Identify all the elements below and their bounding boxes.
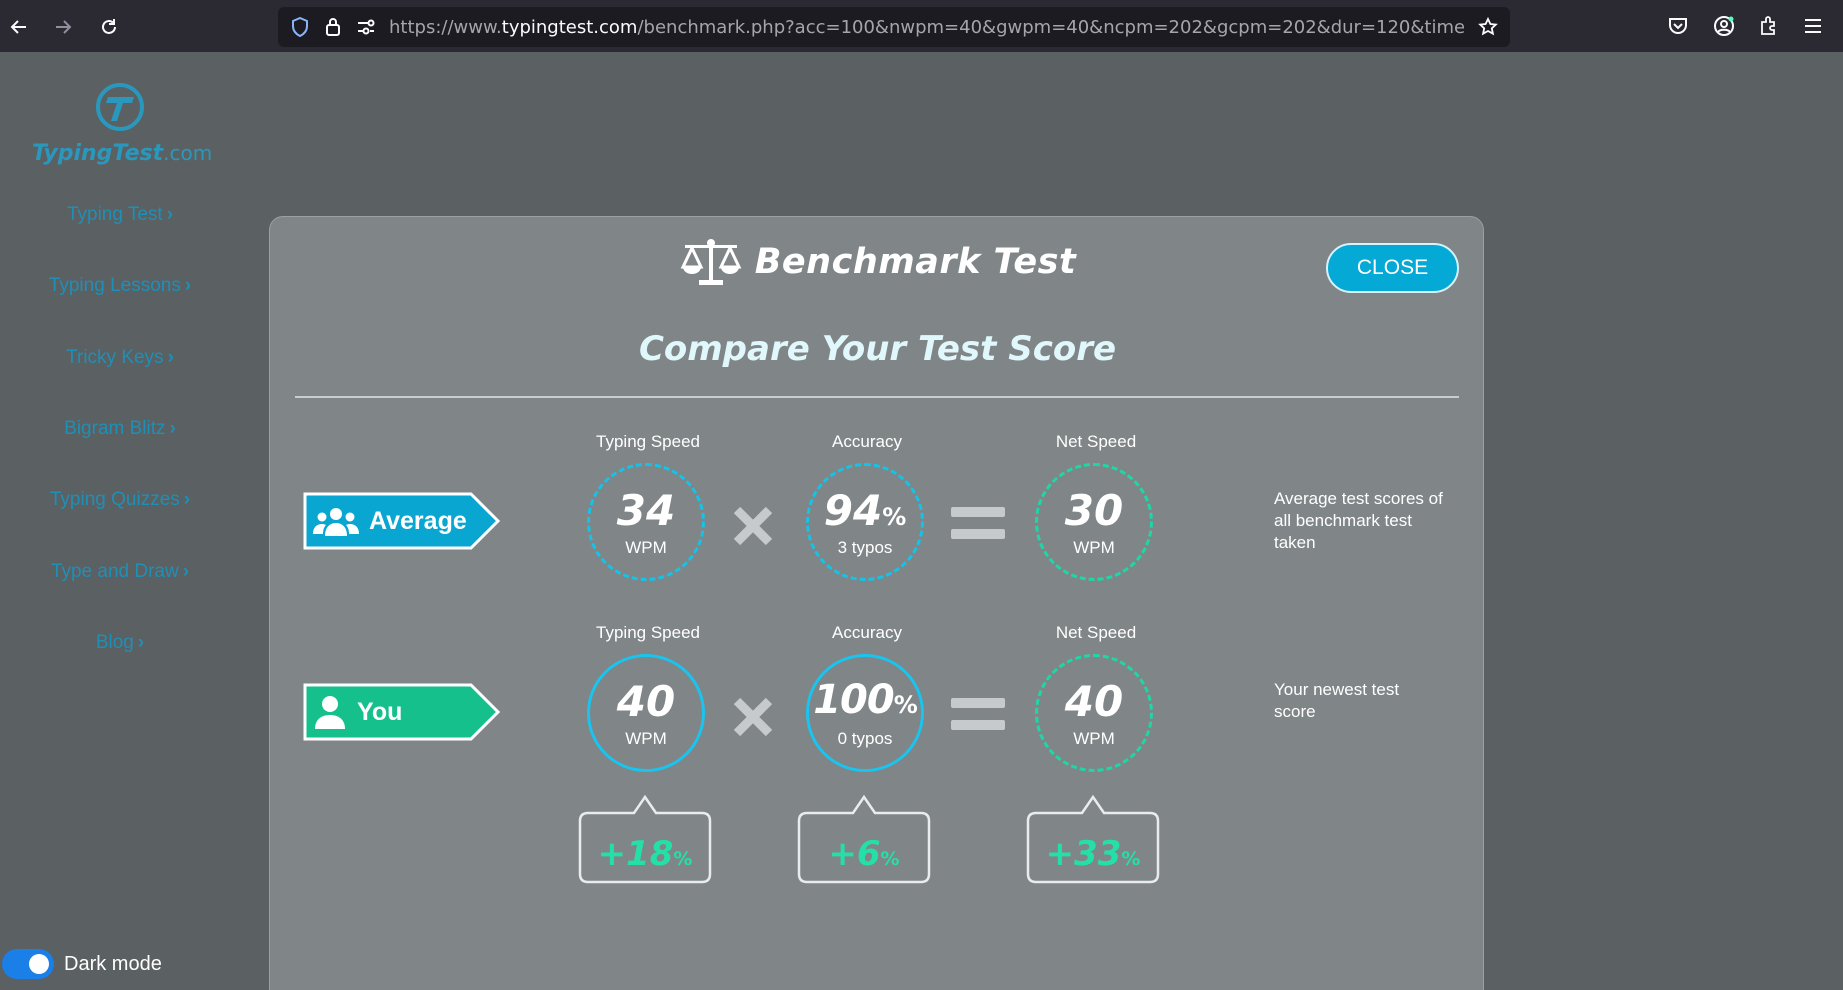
you-tag-label: You <box>357 697 403 726</box>
average-tag: Average <box>303 492 501 550</box>
multiply-icon <box>733 506 773 546</box>
average-tag-label: Average <box>369 506 467 535</box>
accuracy-column-label: Accuracy <box>832 432 902 451</box>
net-delta-percent: % <box>1121 848 1141 870</box>
toggle-knob <box>29 954 49 974</box>
sidebar-item-bigram-blitz[interactable]: Bigram Blitz › <box>0 418 240 440</box>
bookmark-star-icon[interactable] <box>1478 17 1498 37</box>
average-note: Average test scores of all benchmark tes… <box>1274 489 1443 552</box>
equals-icon <box>951 507 1005 539</box>
speed-column-label: Typing Speed <box>596 623 700 642</box>
average-speed-circle: 34 WPM <box>587 463 705 581</box>
net-speed-column-label: Net Speed <box>1055 623 1137 642</box>
net-delta-value: +33 <box>1045 834 1122 874</box>
average-accuracy-value: 94 <box>823 486 883 535</box>
your-net-unit: WPM <box>1073 729 1115 748</box>
lock-icon[interactable] <box>323 17 343 37</box>
your-typos: 0 typos <box>837 729 893 748</box>
your-speed-value: 40 <box>616 677 676 726</box>
your-accuracy-circle: 100% 0 typos <box>806 654 924 772</box>
your-net-circle: 40 WPM <box>1035 654 1153 772</box>
sidebar-item-type-and-draw[interactable]: Type and Draw › <box>0 561 240 583</box>
permissions-icon[interactable] <box>356 17 376 37</box>
chevron-right-icon: › <box>137 632 145 653</box>
close-button[interactable]: CLOSE <box>1326 243 1459 293</box>
reload-button[interactable] <box>92 10 126 44</box>
your-note: Your newest test score <box>1274 680 1400 721</box>
sidebar-item-typing-lessons[interactable]: Typing Lessons › <box>0 275 240 297</box>
dark-mode-control: Dark mode <box>2 949 162 979</box>
compare-heading: Compare Your Test Score <box>638 329 1117 369</box>
chevron-right-icon: › <box>169 418 176 439</box>
speed-delta-value: +18 <box>597 834 674 874</box>
logo-suffix: .com <box>163 141 213 165</box>
you-tag: You <box>303 683 501 741</box>
average-accuracy-circle: 94% 3 typos <box>806 463 924 581</box>
chevron-right-icon: › <box>182 561 190 582</box>
average-typos: 3 typos <box>837 538 893 557</box>
reload-icon <box>102 19 116 34</box>
net-delta-callout: +33% <box>1026 794 1160 884</box>
account-icon[interactable] <box>1711 13 1737 39</box>
back-arrow-icon <box>10 20 26 34</box>
chevron-right-icon: › <box>166 204 174 225</box>
extensions-icon[interactable] <box>1755 13 1781 39</box>
average-accuracy-percent: % <box>882 503 907 531</box>
balance-scale-icon <box>680 239 742 285</box>
users-icon <box>313 508 359 536</box>
chevron-right-icon: › <box>184 275 192 296</box>
modal-header: Benchmark Test <box>270 237 1485 287</box>
speed-delta-callout: +18% <box>578 794 712 884</box>
average-speed-value: 34 <box>616 486 676 535</box>
your-accuracy-value: 100 <box>813 677 894 723</box>
menu-icon[interactable] <box>1800 13 1826 39</box>
equals-icon <box>951 698 1005 730</box>
forward-arrow-icon <box>56 20 72 34</box>
speed-column-label: Typing Speed <box>596 432 700 451</box>
accuracy-delta-percent: % <box>880 848 900 870</box>
average-speed-unit: WPM <box>625 538 667 557</box>
forward-button[interactable] <box>46 10 80 44</box>
address-bar[interactable]: https://www.typingtest.com/benchmark.php… <box>278 7 1510 47</box>
your-accuracy-percent: % <box>893 691 918 719</box>
browser-toolbar: https://www.typingtest.com/benchmark.php… <box>0 0 1843 52</box>
net-speed-column-label: Net Speed <box>1055 432 1137 451</box>
dark-mode-label: Dark mode <box>64 952 162 975</box>
accuracy-delta-value: +6 <box>828 834 881 874</box>
average-net-unit: WPM <box>1073 538 1115 557</box>
accuracy-delta-callout: +6% <box>797 794 931 884</box>
chevron-right-icon: › <box>183 489 191 510</box>
your-net-value: 40 <box>1064 677 1124 726</box>
sidebar-item-typing-test[interactable]: Typing Test › <box>0 204 240 226</box>
shield-icon[interactable] <box>290 17 310 37</box>
chevron-right-icon: › <box>167 347 174 368</box>
modal-title: Benchmark Test <box>754 242 1077 282</box>
average-net-value: 30 <box>1064 486 1124 535</box>
dark-mode-toggle[interactable] <box>2 949 54 979</box>
your-speed-circle: 40 WPM <box>587 654 705 772</box>
typingtest-logo-icon <box>96 83 144 131</box>
speed-delta-percent: % <box>673 848 693 870</box>
sidebar-item-tricky-keys[interactable]: Tricky Keys › <box>0 347 240 369</box>
sidebar-item-blog[interactable]: Blog › <box>0 632 240 654</box>
back-button[interactable] <box>2 10 36 44</box>
logo-name: TypingTest <box>32 141 164 166</box>
divider <box>295 396 1459 398</box>
sidebar-item-typing-quizzes[interactable]: Typing Quizzes › <box>0 489 240 511</box>
pocket-icon[interactable] <box>1665 13 1691 39</box>
user-icon <box>315 696 345 729</box>
average-net-circle: 30 WPM <box>1035 463 1153 581</box>
benchmark-modal: Benchmark Test CLOSE Compare Your Test S… <box>269 216 1484 990</box>
site-logo[interactable]: TypingTest.com <box>32 82 212 166</box>
multiply-icon <box>733 697 773 737</box>
sidebar: TypingTest.com Typing Test › Typing Lesso… <box>0 52 240 990</box>
your-speed-unit: WPM <box>625 729 667 748</box>
url-text[interactable]: https://www.typingtest.com/benchmark.php… <box>389 17 1464 38</box>
accuracy-column-label: Accuracy <box>832 623 902 642</box>
